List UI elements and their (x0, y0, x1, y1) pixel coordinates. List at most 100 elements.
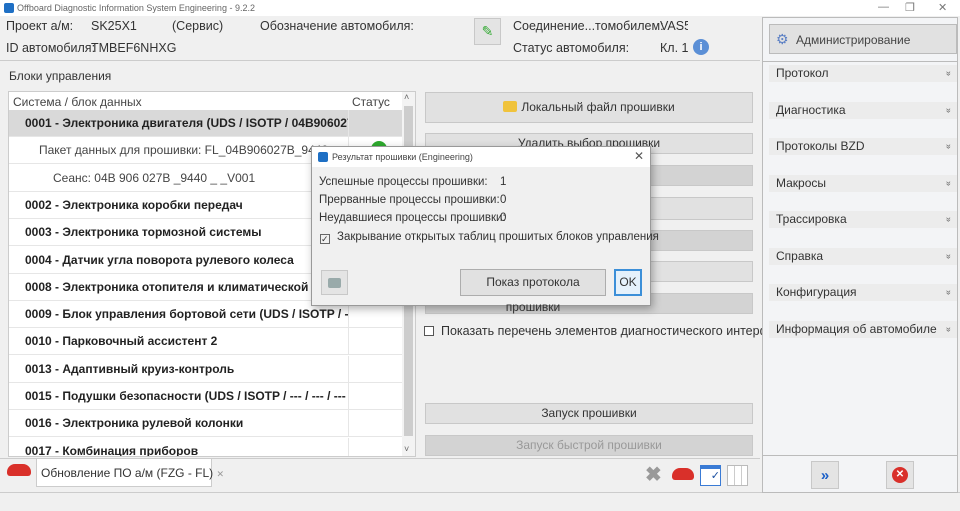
table-row[interactable]: 0004 - Датчик угла поворота рулевого кол… (9, 247, 348, 274)
sidebar: ⚙ Администрирование Протокол » Диагностика »… (762, 17, 958, 493)
column-header-status[interactable]: Статус (352, 95, 390, 109)
designation-label: Обозначение автомобиля: (260, 19, 414, 33)
chevron-down-icon: » (943, 216, 954, 223)
tab-label: Обновление ПО а/м (FZG - FL) (41, 466, 214, 480)
sidebar-item-label: Трассировка (776, 212, 847, 226)
close-tables-checkbox[interactable]: ✓ Закрывание открытых таблиц прошитых бло… (320, 231, 659, 244)
sidebar-item-label: Справка (776, 248, 824, 263)
status-cell (348, 437, 403, 456)
vin-label: ID автомобиля: (6, 41, 96, 55)
divider (0, 60, 760, 61)
close-red-icon: ✕ (892, 467, 908, 483)
show-interface-list-label: Показать перечень элементов диагностичес… (441, 324, 797, 338)
grid-icon[interactable] (727, 465, 748, 486)
status-cell (348, 328, 403, 356)
table-row[interactable]: 0010 - Парковочный ассистент 2 (9, 328, 348, 356)
table-row[interactable]: 0001 - Электроника двигателя (UDS / ISOT… (9, 110, 348, 137)
app-icon (4, 3, 14, 13)
project-mode: (Сервис) (172, 19, 224, 33)
connection-value: VAS5 (660, 19, 688, 33)
checkbox-unchecked-icon (424, 326, 434, 336)
table-row[interactable]: 0002 - Электроника коробки передач (9, 192, 348, 219)
sidebar-item-label: Протокол (776, 66, 829, 80)
screenshot-button[interactable] (321, 270, 348, 295)
car-icon (7, 464, 31, 476)
table-row[interactable]: 0013 - Адаптивный круиз-контроль (9, 356, 348, 383)
sidebar-item-label: Диагностика (776, 102, 846, 117)
checklist-icon[interactable]: ✓ (700, 465, 721, 486)
sidebar-item[interactable]: Макросы » (769, 174, 957, 192)
table-row[interactable]: 0003 - Электроника тормозной системы (9, 219, 348, 247)
dialog-close-icon[interactable]: ✕ (634, 149, 644, 163)
gear-check-icon: ⚙ (776, 31, 789, 47)
notepad-pencil-icon: ✎ (481, 23, 494, 39)
forward-button[interactable]: » (811, 461, 839, 489)
chevron-down-icon: » (943, 143, 954, 150)
success-label: Успешные процессы прошивки: (319, 176, 488, 188)
show-interface-list-checkbox[interactable]: Показать перечень элементов диагностичес… (424, 324, 797, 338)
checkbox-checked-icon: ✓ (320, 234, 330, 244)
sidebar-item-label: Конфигурация (776, 285, 857, 299)
table-row[interactable]: 0009 - Блок управления бортовой сети (UD… (9, 301, 348, 329)
scroll-down-icon[interactable]: ˅ (404, 444, 409, 454)
failed-value: 0 (500, 212, 507, 224)
failed-label: Неудавшиеся процессы прошивки: (319, 212, 506, 224)
folder-icon (503, 101, 518, 112)
sidebar-item-label: Информация об автомобиле (776, 321, 937, 336)
sidebar-item-label: Макросы (776, 175, 827, 190)
info-icon[interactable]: i (693, 39, 709, 55)
table-row[interactable]: 0017 - Комбинация приборов (9, 438, 348, 456)
sidebar-item[interactable]: Протокол » (769, 65, 957, 82)
scroll-up-icon[interactable]: ˄ (404, 92, 409, 102)
restore-icon[interactable]: ❐ (905, 1, 915, 14)
table-row[interactable]: 0016 - Электроника рулевой колонки (9, 410, 348, 438)
title-bar: Offboard Diagnostic Information System E… (0, 0, 960, 16)
column-header-system[interactable]: Система / блок данных (13, 95, 142, 109)
table-row[interactable]: Сеанс: 04B 906 027B _9440 _ _V001 (9, 165, 348, 192)
local-file-button[interactable]: Локальный файл прошивки (425, 92, 753, 123)
tab-software-update[interactable]: Обновление ПО а/м (FZG - FL) ✕ (36, 459, 224, 487)
exit-button[interactable]: ✕ (886, 461, 914, 489)
success-value: 1 (500, 176, 507, 188)
sidebar-item[interactable]: Протоколы BZD » (769, 138, 957, 155)
table-row[interactable]: 0015 - Подушки безопасности (UDS / ISOTP… (9, 383, 348, 410)
status-value: Кл. 15 (660, 41, 688, 55)
status-cell (348, 410, 403, 438)
divider (763, 61, 957, 62)
table-row[interactable]: 0008 - Электроника отопителя и климатиче… (9, 274, 348, 301)
local-file-label: Локальный файл прошивки (521, 100, 675, 114)
sidebar-item[interactable]: Диагностика » (769, 101, 957, 119)
chevron-down-icon: » (943, 326, 954, 332)
ok-button[interactable]: OK (614, 269, 642, 296)
aborted-value: 0 (500, 194, 507, 206)
chevron-down-icon: » (943, 253, 954, 259)
edit-notes-button[interactable]: ✎ (474, 18, 501, 45)
close-window-icon[interactable]: ✕ (938, 1, 947, 14)
start-flash-button[interactable]: Запуск прошивки (425, 403, 753, 424)
dialog-title: Результат прошивки (Engineering) (332, 152, 473, 162)
table-row[interactable]: Пакет данных для прошивки: FL_04B906027B… (9, 137, 348, 165)
car-icon[interactable] (672, 468, 694, 480)
status-label: Статус автомобиля: (513, 41, 630, 55)
show-protocol-button[interactable]: Показ протокола прошивки (460, 269, 606, 314)
sidebar-item[interactable]: Конфигурация » (769, 284, 957, 301)
chevron-down-icon: » (943, 70, 954, 77)
sidebar-item-label: Протоколы BZD (776, 139, 865, 153)
disconnect-icon[interactable]: ✖ (645, 462, 662, 487)
start-fast-flash-button[interactable]: Запуск быстрой прошивки (425, 435, 753, 456)
chevron-down-icon: » (943, 180, 954, 186)
status-cell (348, 110, 403, 137)
window-title: Offboard Diagnostic Information System E… (17, 3, 255, 13)
project-label: Проект а/м: (6, 19, 74, 33)
sidebar-item[interactable]: Справка » (769, 247, 957, 265)
sidebar-item[interactable]: Трассировка » (769, 211, 957, 228)
control-units-title: Блоки управления (9, 69, 112, 83)
close-tables-label: Закрывание открытых таблиц прошитых блок… (337, 231, 659, 243)
sidebar-item[interactable]: Информация об автомобиле » (769, 320, 957, 338)
camera-icon (328, 277, 341, 288)
tab-close-icon[interactable]: ✕ (217, 469, 225, 479)
divider (763, 455, 957, 456)
connection-label: Соединение...томобилем: (513, 19, 664, 33)
minimize-icon[interactable]: — (878, 1, 889, 13)
admin-button[interactable]: ⚙ Администрирование (769, 24, 957, 54)
